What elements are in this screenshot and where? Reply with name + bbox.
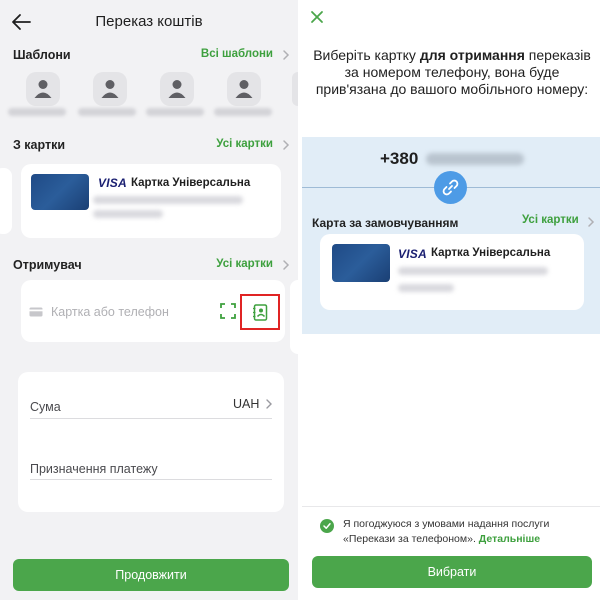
all-cards-link[interactable]: Усі картки: [216, 138, 273, 150]
amount-underline[interactable]: [30, 418, 272, 419]
templates-label: Шаблони: [13, 48, 71, 62]
template-item[interactable]: [227, 72, 261, 106]
agreement-text: Я погоджуюся з умовами надання послуги «…: [343, 517, 593, 547]
payment-purpose-label: Призначення платежу: [30, 462, 158, 476]
chevron-right-icon[interactable]: [265, 399, 273, 409]
card-image: [31, 174, 89, 210]
amount-label: Сума: [30, 400, 61, 414]
instruction-part1: Виберіть картку: [313, 47, 420, 63]
contacts-button[interactable]: [240, 294, 280, 330]
card-number-blurred: [93, 196, 243, 204]
template-item[interactable]: [26, 72, 60, 106]
recipient-label: Отримувач: [13, 258, 82, 272]
contacts-book-icon: [253, 304, 268, 321]
card-name: Картка Універсальна: [131, 177, 251, 189]
template-item[interactable]: [93, 72, 127, 106]
card-balance-blurred: [93, 210, 163, 218]
phone-card-binding-area: +380 Карта за замовчуванням Усі картки V…: [302, 137, 600, 334]
card-number-blurred: [398, 267, 548, 275]
card-icon: [29, 307, 43, 317]
template-name-blurred: [214, 108, 272, 116]
template-name-blurred: [146, 108, 204, 116]
close-x-icon[interactable]: [310, 10, 324, 24]
header: Переказ коштів: [0, 0, 298, 44]
card-selection-screen: Виберіть картку для отримання переказів …: [302, 0, 600, 600]
from-card-section-header: З картки Усі картки: [13, 138, 293, 156]
chevron-right-icon[interactable]: [281, 49, 291, 61]
scan-icon[interactable]: [220, 303, 236, 319]
chevron-right-icon[interactable]: [586, 216, 596, 228]
person-icon: [235, 80, 253, 98]
templates-section-header: Шаблони Всі шаблони: [13, 48, 293, 66]
link-chain-icon: [442, 179, 459, 196]
recipient-field: [21, 280, 285, 342]
continue-button[interactable]: Продовжити: [13, 559, 289, 591]
link-badge: [434, 171, 467, 204]
chevron-right-icon[interactable]: [281, 139, 291, 151]
template-name-blurred: [8, 108, 66, 116]
default-card[interactable]: VISA Картка Універсальна: [320, 234, 584, 310]
chevron-right-icon[interactable]: [281, 259, 291, 271]
phone-number-prefix: +380: [380, 149, 419, 168]
card-balance-blurred: [398, 284, 454, 292]
template-name-blurred: [78, 108, 136, 116]
prev-card-stub[interactable]: [0, 168, 12, 234]
page-title: Переказ коштів: [95, 13, 203, 30]
details-link[interactable]: Детальніше: [479, 533, 540, 545]
visa-logo: VISA: [398, 247, 427, 261]
template-item[interactable]: [160, 72, 194, 106]
instruction-text: Виберіть картку для отримання переказів …: [308, 47, 596, 98]
purpose-underline[interactable]: [30, 479, 272, 480]
agreement-checkbox[interactable]: [320, 519, 334, 533]
payment-details-box: Сума UAH Призначення платежу: [18, 372, 284, 512]
person-icon: [34, 80, 52, 98]
instruction-bold: для отримання: [419, 47, 525, 63]
currency-selector[interactable]: UAH: [233, 397, 259, 411]
default-card-label: Карта за замовчуванням: [312, 216, 459, 230]
card-or-phone-input[interactable]: [51, 302, 201, 322]
transfer-screen: Переказ коштів Шаблони Всі шаблони З кар…: [0, 0, 298, 600]
next-card-stub: [290, 280, 298, 354]
card-name: Картка Універсальна: [431, 247, 551, 259]
from-card-label: З картки: [13, 138, 66, 152]
default-all-cards-link[interactable]: Усі картки: [522, 214, 579, 226]
choose-button[interactable]: Вибрати: [312, 556, 592, 588]
person-icon: [168, 80, 186, 98]
card-image: [332, 244, 390, 282]
visa-logo: VISA: [98, 176, 127, 190]
bottom-separator: [302, 506, 600, 507]
check-icon: [323, 523, 331, 529]
phone-number-blurred: [426, 153, 524, 165]
recipient-all-cards-link[interactable]: Усі картки: [216, 258, 273, 270]
all-templates-link[interactable]: Всі шаблони: [201, 48, 273, 60]
source-card[interactable]: VISA Картка Універсальна: [21, 164, 281, 238]
person-icon: [101, 80, 119, 98]
recipient-section-header: Отримувач Усі картки: [13, 258, 293, 276]
